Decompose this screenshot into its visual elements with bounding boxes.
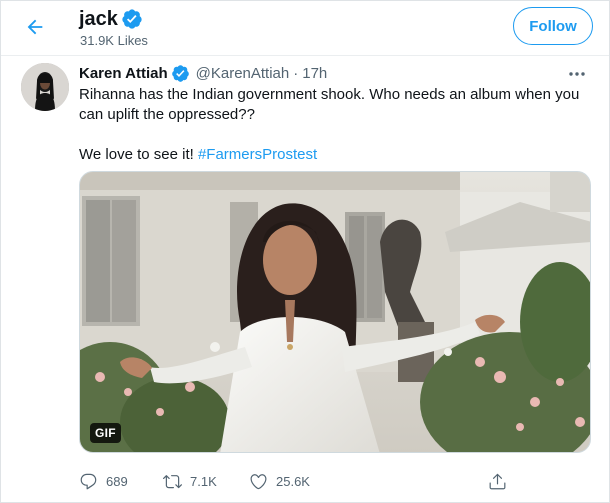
profile-header: jack 31.9K Likes Follow: [1, 1, 609, 56]
profile-name[interactable]: jack: [79, 8, 118, 31]
like-count: 25.6K: [276, 473, 310, 489]
likes-count: 31.9K Likes: [80, 33, 148, 48]
tweet-text: Rihanna has the Indian government shook.…: [79, 85, 589, 165]
heart-icon: [249, 472, 268, 491]
arrow-left-icon: [24, 16, 46, 43]
reply-button[interactable]: 689: [79, 467, 128, 495]
separator-dot: ·: [293, 64, 299, 82]
tweet-text-line: Rihanna has the Indian government shook.…: [79, 86, 580, 123]
tweet-page: jack 31.9K Likes Follow Karen Attiah @Ka…: [0, 0, 610, 503]
tweet-text-line: We love to see it! #FarmersProstest: [79, 145, 589, 165]
gif-image: [80, 172, 590, 452]
share-icon: [488, 472, 507, 491]
share-button[interactable]: [488, 467, 507, 495]
author-handle[interactable]: @KarenAttiah: [196, 65, 290, 82]
tweet-header: Karen Attiah @KarenAttiah · 17h: [79, 62, 327, 84]
verified-badge-icon: [171, 64, 190, 83]
verified-badge-icon: [121, 8, 143, 30]
retweet-count: 7.1K: [190, 473, 217, 489]
reply-count: 689: [106, 473, 128, 489]
follow-button[interactable]: Follow: [513, 7, 593, 45]
tweet-media-gif[interactable]: GIF: [79, 171, 591, 453]
retweet-icon: [163, 472, 182, 491]
like-button[interactable]: 25.6K: [249, 467, 310, 495]
more-horizontal-icon: [568, 64, 586, 82]
gif-badge: GIF: [90, 423, 121, 443]
avatar[interactable]: [21, 63, 69, 111]
tweet-text-prefix: We love to see it!: [79, 146, 198, 163]
more-options-button[interactable]: [567, 65, 587, 81]
author-name[interactable]: Karen Attiah: [79, 65, 168, 82]
tweet-actions: 689 7.1K 25.6K: [79, 467, 591, 495]
hashtag-link[interactable]: #FarmersProstest: [198, 146, 317, 163]
reply-icon: [79, 472, 98, 491]
back-button[interactable]: [19, 13, 51, 45]
retweet-button[interactable]: 7.1K: [163, 467, 217, 495]
tweet-timestamp[interactable]: 17h: [302, 65, 327, 82]
header-name-row: jack: [79, 6, 143, 32]
